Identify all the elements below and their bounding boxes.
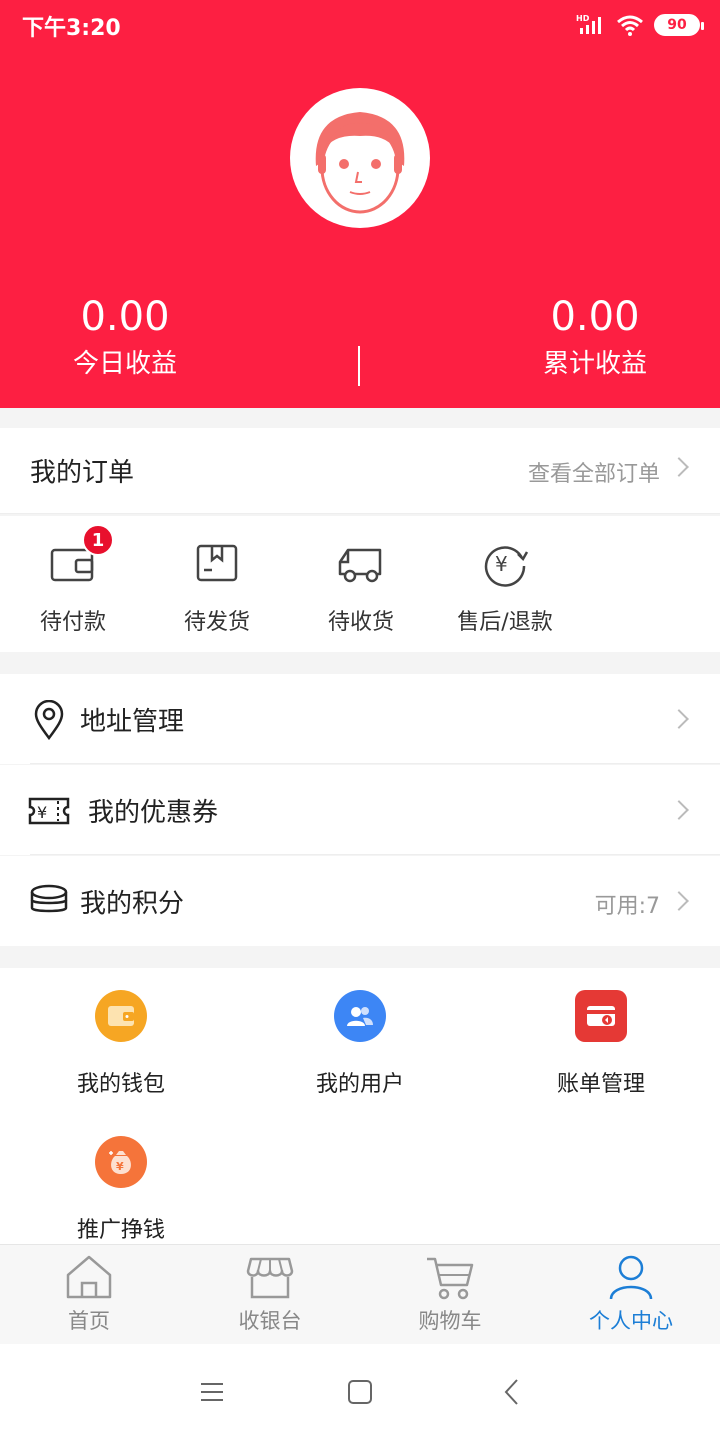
coins-icon (28, 882, 70, 922)
system-nav-bar (0, 1344, 720, 1440)
chevron-right-icon (669, 800, 689, 820)
bill-icon (575, 990, 627, 1042)
home-icon (64, 1253, 114, 1301)
promote-earn-label: 推广挣钱 (76, 1218, 165, 1243)
back-icon[interactable] (498, 1378, 526, 1406)
today-earnings-value: 0.00 (80, 294, 170, 340)
svg-text:¥: ¥ (495, 552, 508, 576)
money-bag-icon: ¥ (95, 1136, 147, 1188)
my-orders-title: 我的订单 (30, 458, 135, 488)
order-pending-shipment[interactable]: 待发货 (152, 538, 282, 636)
svg-text:¥: ¥ (116, 1160, 124, 1173)
order-pending-receipt-label: 待收货 (327, 610, 394, 635)
tab-home-label: 首页 (68, 1309, 110, 1333)
bill-management-item[interactable]: 账单管理 (501, 990, 701, 1098)
points-available: 可用:7 (594, 894, 660, 919)
pending-payment-badge: 1 (82, 524, 114, 556)
avatar-face-icon (298, 96, 422, 220)
my-points-row[interactable]: 我的积分 可用:7 (0, 856, 720, 946)
total-earnings[interactable]: 0.00 累计收益 (475, 292, 715, 384)
refund-icon: ¥ (480, 538, 530, 588)
order-pending-payment[interactable]: 1 待付款 (8, 524, 138, 636)
my-coupons-row[interactable]: ¥ 我的优惠券 (0, 765, 720, 855)
promote-earn-item[interactable]: ¥ 推广挣钱 (21, 1136, 221, 1244)
menu-icon[interactable] (198, 1378, 226, 1406)
status-time: 下午3:20 (22, 16, 121, 41)
wallet-icon: 1 (48, 524, 114, 588)
total-earnings-label: 累计收益 (542, 349, 647, 379)
address-management-label: 地址管理 (80, 707, 185, 737)
status-bar: 下午3:20 HD 90 (0, 0, 720, 50)
order-pending-receipt[interactable]: 待收货 (296, 538, 426, 636)
svg-text:¥: ¥ (37, 803, 47, 822)
store-icon (245, 1253, 295, 1301)
profile-header: 下午3:20 HD 90 0.00 今日收益 0.00 累计收益 (0, 0, 720, 408)
battery-icon: 90 (654, 14, 704, 36)
my-wallet-item[interactable]: 我的钱包 (21, 990, 221, 1098)
cart-icon (425, 1253, 475, 1301)
my-points-label: 我的积分 (80, 889, 185, 919)
order-after-sale[interactable]: ¥ 售后/退款 (440, 538, 570, 636)
tab-profile[interactable]: 个人中心 (566, 1253, 696, 1335)
home-square-icon[interactable] (346, 1378, 374, 1406)
order-status-bar: 1 待付款 待发货 待收货 ¥ 售后/退款 (0, 516, 720, 652)
order-pending-shipment-label: 待发货 (183, 610, 250, 635)
chevron-right-icon (669, 457, 689, 477)
svg-text:HD: HD (576, 14, 590, 23)
wallet-circle-icon (95, 990, 147, 1042)
person-icon (606, 1253, 656, 1301)
tab-profile-label: 个人中心 (589, 1309, 673, 1333)
truck-icon (336, 538, 386, 588)
my-wallet-label: 我的钱包 (76, 1072, 165, 1097)
wifi-icon (617, 15, 643, 36)
location-pin-icon (28, 699, 70, 741)
order-after-sale-label: 售后/退款 (457, 610, 553, 635)
tab-home[interactable]: 首页 (24, 1253, 154, 1335)
tab-cart[interactable]: 购物车 (385, 1253, 515, 1335)
my-coupons-label: 我的优惠券 (88, 798, 219, 828)
package-icon (192, 538, 242, 588)
order-pending-payment-label: 待付款 (39, 610, 106, 635)
chevron-right-icon (669, 709, 689, 729)
avatar[interactable] (290, 88, 430, 228)
total-earnings-value: 0.00 (550, 294, 640, 340)
view-all-orders-link[interactable]: 查看全部订单 (528, 456, 660, 488)
my-orders-row[interactable]: 我的订单 查看全部订单 (0, 428, 720, 514)
coupon-icon: ¥ (28, 791, 70, 831)
services-grid: 我的钱包 我的用户 账单管理 ¥ 推广挣钱 (0, 968, 720, 1244)
today-earnings[interactable]: 0.00 今日收益 (5, 292, 245, 384)
address-management-row[interactable]: 地址管理 (0, 674, 720, 764)
my-users-item[interactable]: 我的用户 (260, 990, 460, 1098)
chevron-right-icon (669, 891, 689, 911)
bill-management-label: 账单管理 (556, 1072, 645, 1097)
users-icon (334, 990, 386, 1042)
bottom-tab-bar: 首页 收银台 购物车 个人中心 (0, 1244, 720, 1344)
my-users-label: 我的用户 (315, 1072, 404, 1097)
tab-cashier-label: 收银台 (238, 1309, 302, 1333)
tab-cashier[interactable]: 收银台 (205, 1253, 335, 1335)
stat-divider (358, 346, 360, 386)
signal-icon: HD (576, 14, 601, 34)
today-earnings-label: 今日收益 (72, 349, 177, 379)
tab-cart-label: 购物车 (418, 1309, 482, 1333)
